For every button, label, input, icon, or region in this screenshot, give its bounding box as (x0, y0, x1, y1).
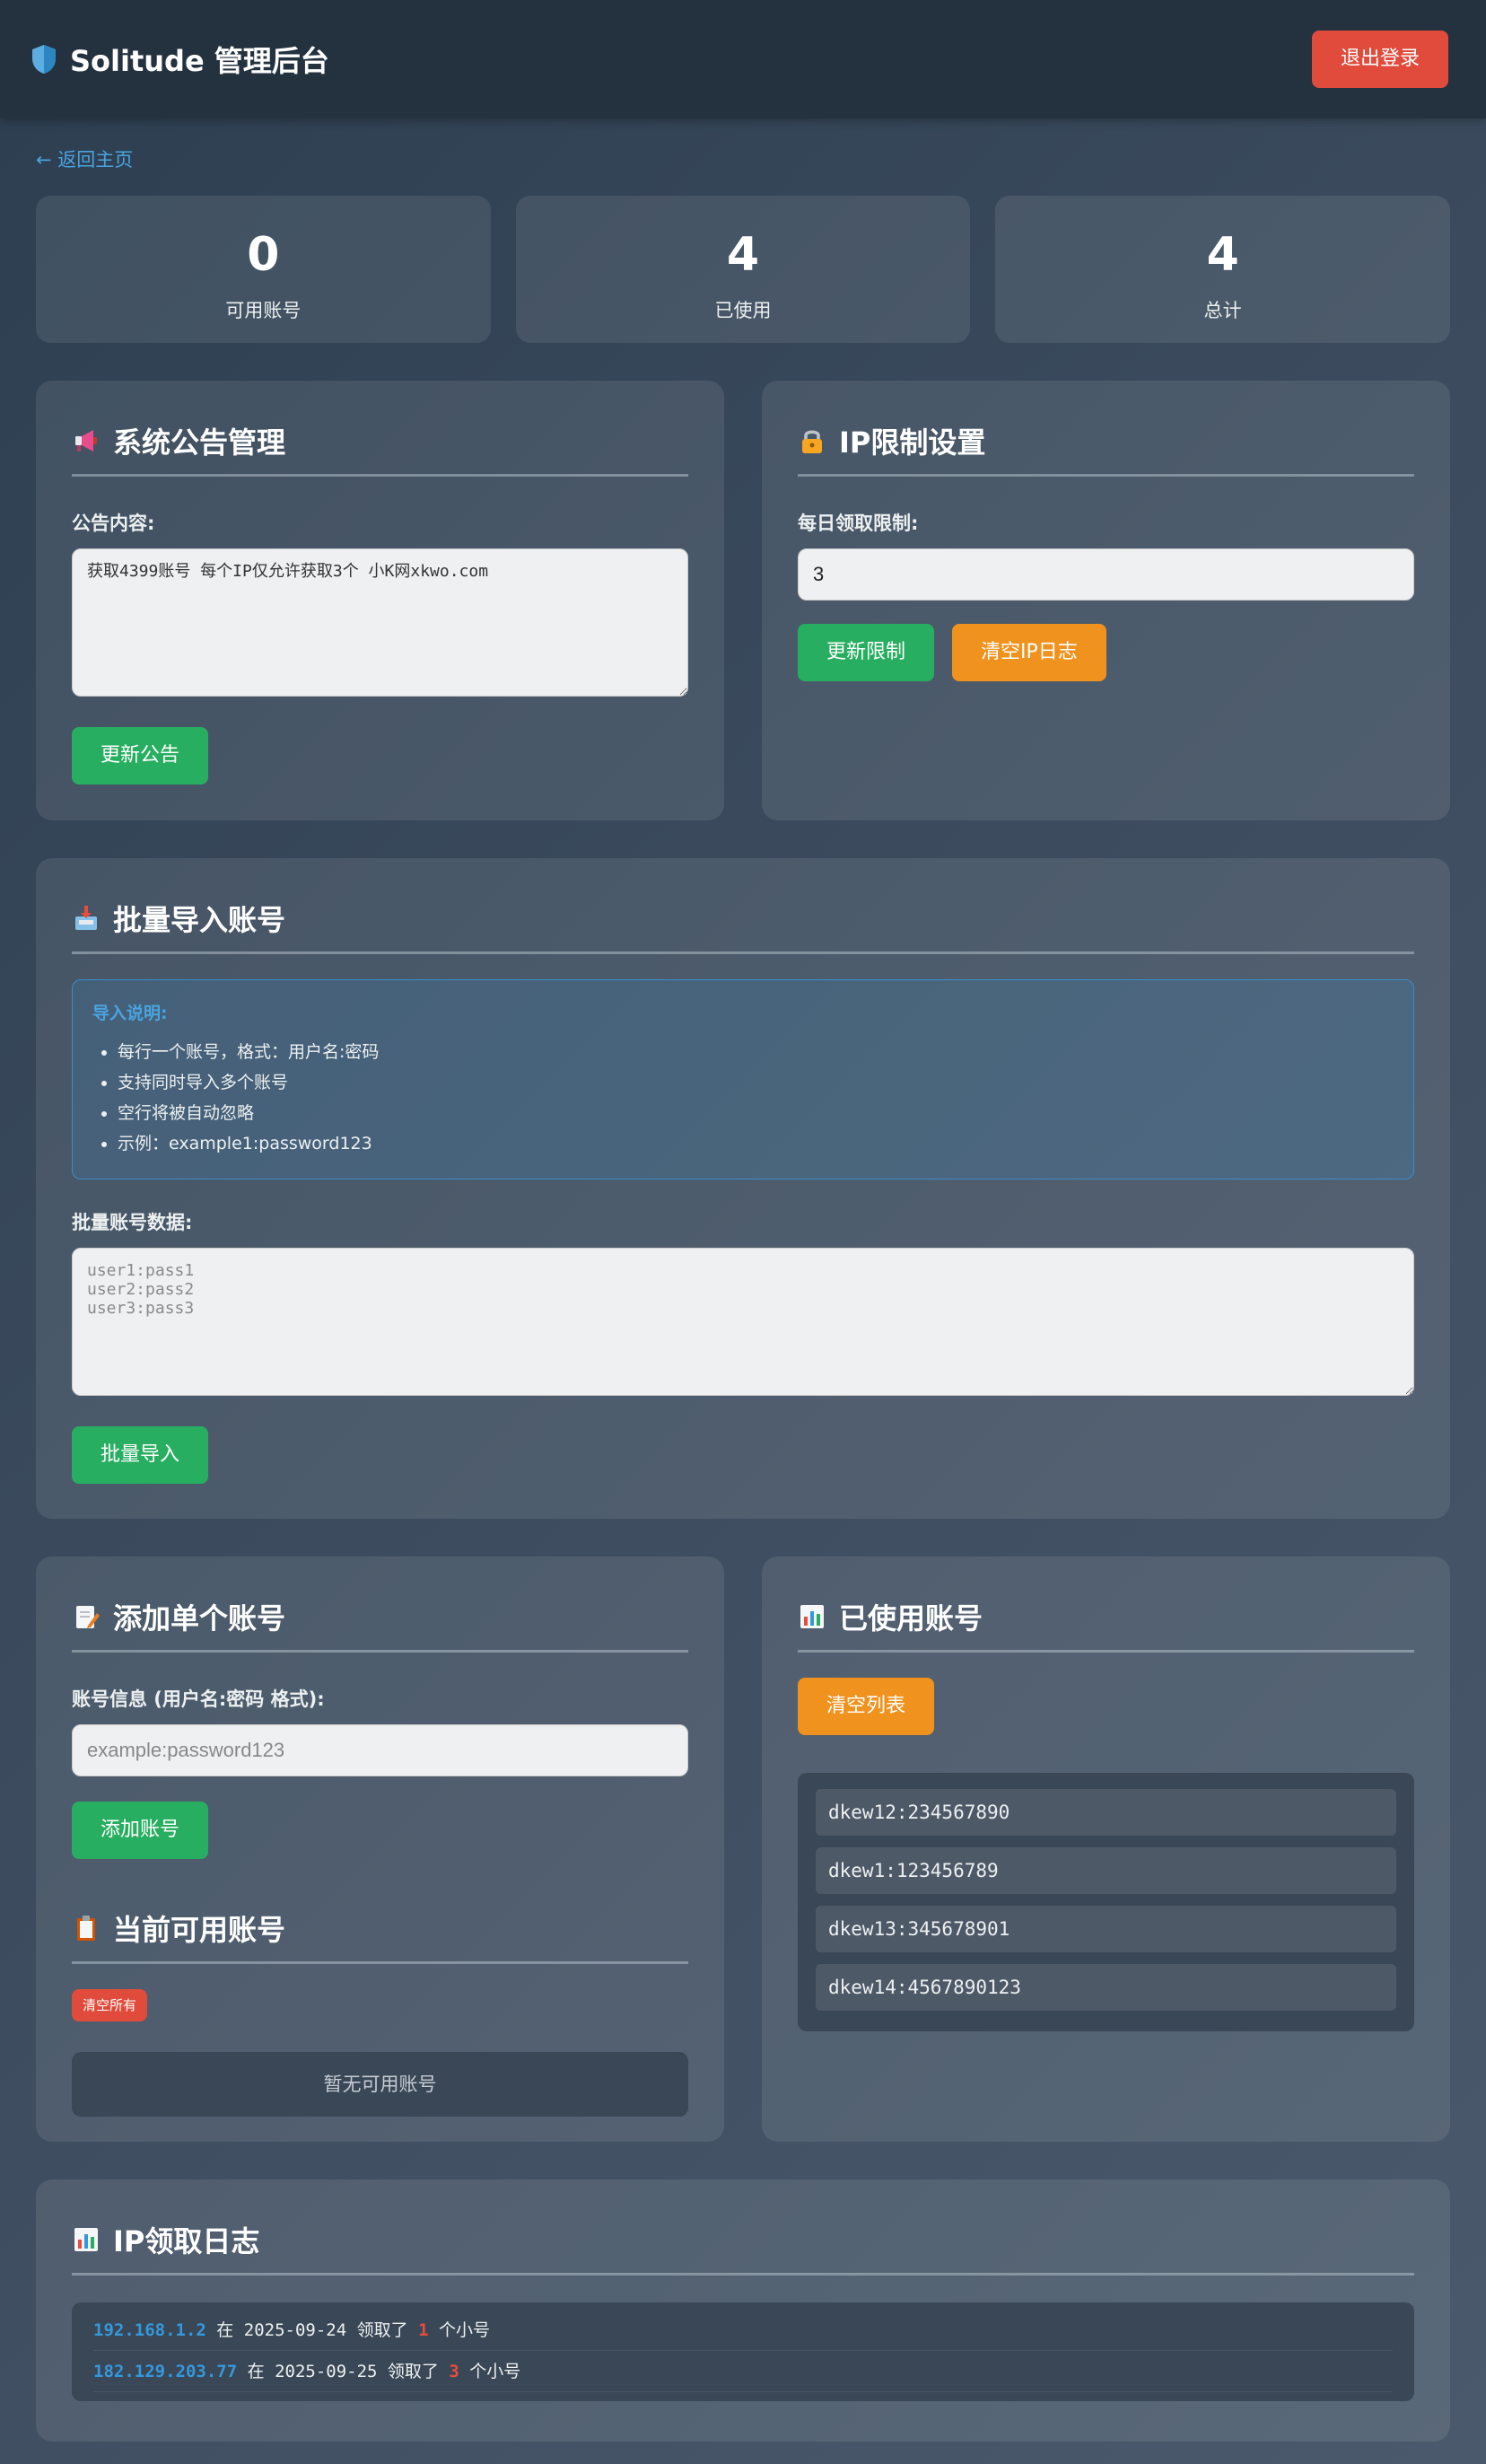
clear-used-list-button[interactable]: 清空列表 (798, 1678, 935, 1735)
ip-log-list: 192.168.1.2 在 2025-09-24 领取了 1 个小号 182.1… (72, 2302, 1414, 2401)
panel-title: 添加单个账号 (72, 1596, 688, 1653)
settings-row: 系统公告管理 公告内容: 获取4399账号 每个IP仅允许获取3个 小K网xkw… (36, 381, 1450, 820)
stat-label: 可用账号 (225, 300, 302, 321)
stat-total: 4 总计 (995, 196, 1451, 343)
import-instructions: 导入说明: 每行一个账号，格式：用户名:密码 支持同时导入多个账号 空行将被自动… (72, 979, 1414, 1179)
account-info-label: 账号信息 (用户名:密码 格式): (72, 1688, 325, 1710)
ip-limit-panel: IP限制设置 每日领取限制: 更新限制 清空IP日志 (762, 381, 1450, 820)
panel-title: IP领取日志 (72, 2219, 1414, 2275)
add-account-panel: 添加单个账号 账号信息 (用户名:密码 格式): 添加账号 当前可用账号 清空所… (36, 1556, 724, 2142)
shield-icon (32, 45, 56, 74)
panel-title-text: 系统公告管理 (113, 425, 286, 460)
list-item: dkew1:123456789 (816, 1847, 1396, 1894)
list-item: dkew14:4567890123 (816, 1964, 1396, 2011)
log-word-got: 领取了 (387, 2362, 439, 2381)
log-entry: 182.129.203.77 在 2025-09-25 领取了 3 个小号 (93, 2351, 1393, 2392)
ip-log-panel: IP领取日志 192.168.1.2 在 2025-09-24 领取了 1 个小… (36, 2179, 1450, 2442)
update-announcement-button[interactable]: 更新公告 (72, 727, 209, 785)
back-home-link[interactable]: ← 返回主页 (36, 145, 133, 172)
batch-data-textarea[interactable] (72, 1248, 1414, 1396)
megaphone-icon (75, 430, 97, 452)
log-date: 2025-09-24 (243, 2320, 347, 2340)
inbox-tray-icon (75, 906, 97, 930)
panel-title: IP限制设置 (798, 420, 1414, 477)
account-info-input[interactable] (72, 1724, 688, 1776)
used-accounts-list: dkew12:234567890 dkew1:123456789 dkew13:… (798, 1773, 1414, 2031)
log-word-got: 领取了 (356, 2320, 408, 2340)
batch-import-panel: 批量导入账号 导入说明: 每行一个账号，格式：用户名:密码 支持同时导入多个账号… (36, 858, 1450, 1519)
instructions-title: 导入说明: (92, 1004, 168, 1023)
panel-title: 批量导入账号 (72, 898, 1414, 954)
instruction-item: 每行一个账号，格式：用户名:密码 (118, 1037, 1394, 1067)
log-unit: 个小号 (469, 2362, 521, 2381)
bar-chart-icon (800, 1605, 824, 1628)
app-title: Solitude 管理后台 (70, 44, 329, 78)
instruction-item: 支持同时导入多个账号 (118, 1067, 1394, 1098)
panel-title-text: 添加单个账号 (113, 1601, 286, 1635)
log-count: 1 (418, 2320, 429, 2340)
stat-value: 4 (726, 228, 760, 282)
list-item: dkew12:234567890 (816, 1789, 1396, 1836)
stat-value: 4 (1206, 228, 1239, 282)
lock-icon (802, 430, 822, 453)
available-accounts-title: 当前可用账号 (72, 1907, 688, 1964)
panel-title-text: 当前可用账号 (113, 1913, 286, 1947)
top-header: Solitude 管理后台 退出登录 (0, 0, 1486, 118)
announcement-content-label: 公告内容: (72, 513, 155, 534)
logout-button[interactable]: 退出登录 (1311, 31, 1448, 88)
instructions-list: 每行一个账号，格式：用户名:密码 支持同时导入多个账号 空行将被自动忽略 示例：… (92, 1037, 1394, 1159)
update-limit-button[interactable]: 更新限制 (798, 624, 935, 681)
log-ip: 182.129.203.77 (93, 2362, 238, 2381)
log-date: 2025-09-25 (275, 2362, 378, 2381)
main-content: ← 返回主页 0 可用账号 4 已使用 4 总计 系统公告管理 公告内容: 获取… (0, 118, 1486, 2442)
clear-ip-log-button[interactable]: 清空IP日志 (952, 624, 1106, 681)
instruction-item: 空行将被自动忽略 (118, 1098, 1394, 1128)
stat-label: 总计 (1203, 300, 1242, 321)
stats-row: 0 可用账号 4 已使用 4 总计 (36, 196, 1451, 343)
panel-title: 系统公告管理 (72, 420, 688, 477)
announcement-panel: 系统公告管理 公告内容: 获取4399账号 每个IP仅允许获取3个 小K网xkw… (36, 381, 724, 820)
log-ip: 192.168.1.2 (93, 2320, 206, 2340)
stat-label: 已使用 (714, 300, 772, 321)
bar-chart-icon (74, 2228, 98, 2251)
log-word-at: 在 (216, 2320, 234, 2340)
panel-title-text: 批量导入账号 (113, 903, 286, 937)
panel-title-text: IP限制设置 (839, 425, 986, 460)
stat-available: 0 可用账号 (36, 196, 491, 343)
log-entry: 192.168.1.2 在 2025-09-24 领取了 1 个小号 (93, 2310, 1393, 2351)
batch-data-label: 批量账号数据: (72, 1212, 193, 1233)
daily-limit-input[interactable] (798, 548, 1414, 601)
log-word-at: 在 (247, 2362, 265, 2381)
panel-title-text: IP领取日志 (113, 2224, 260, 2258)
empty-state: 暂无可用账号 (72, 2052, 688, 2117)
accounts-row: 添加单个账号 账号信息 (用户名:密码 格式): 添加账号 当前可用账号 清空所… (36, 1556, 1450, 2142)
clipboard-icon (77, 1916, 95, 1941)
daily-limit-label: 每日领取限制: (798, 513, 919, 534)
panel-title: 已使用账号 (798, 1596, 1414, 1653)
batch-import-button[interactable]: 批量导入 (72, 1426, 209, 1484)
stat-used: 4 已使用 (515, 196, 971, 343)
log-unit: 个小号 (438, 2320, 490, 2340)
stat-value: 0 (247, 228, 280, 282)
panel-title-text: 已使用账号 (839, 1601, 983, 1635)
list-item: dkew13:345678901 (816, 1906, 1396, 1952)
add-account-button[interactable]: 添加账号 (72, 1802, 209, 1859)
clear-all-button[interactable]: 清空所有 (72, 1989, 148, 2021)
used-accounts-panel: 已使用账号 清空列表 dkew12:234567890 dkew1:123456… (762, 1556, 1450, 2142)
instruction-item: 示例：example1:password123 (118, 1128, 1394, 1159)
brand: Solitude 管理后台 (31, 39, 329, 80)
log-count: 3 (449, 2362, 459, 2381)
announcement-textarea[interactable]: 获取4399账号 每个IP仅允许获取3个 小K网xkwo.com (72, 548, 688, 697)
memo-pencil-icon (76, 1606, 100, 1628)
